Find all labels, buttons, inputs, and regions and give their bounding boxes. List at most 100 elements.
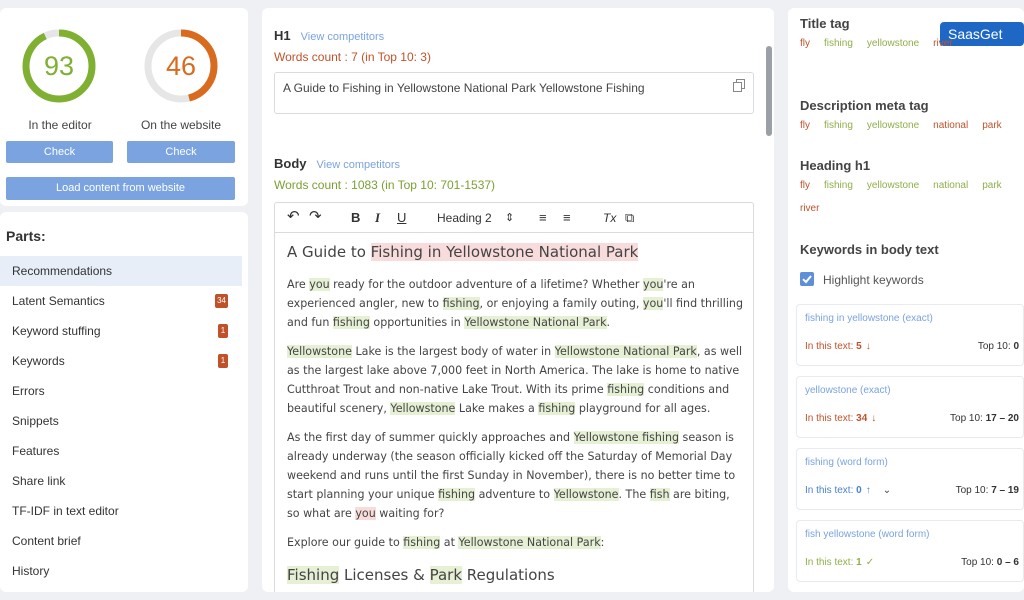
parts-item-label: Errors: [12, 384, 45, 398]
meta-tag-label: Description meta tag: [800, 98, 929, 113]
highlight-checkbox[interactable]: [800, 272, 814, 286]
parts-item[interactable]: Share link: [0, 466, 242, 496]
content-text: opportunities in: [369, 316, 465, 329]
parts-item-label: Content brief: [12, 534, 81, 548]
bullet-list-icon[interactable]: ≡: [563, 210, 571, 225]
keyword-chip: fly: [800, 38, 810, 49]
keyword-highlight: you: [355, 507, 376, 520]
count-badge: 1: [218, 354, 228, 368]
parts-item[interactable]: Keyword stuffing 1: [0, 316, 242, 346]
keyword-chip: national: [933, 120, 969, 131]
rich-text-editor[interactable]: ↶ ↷ B I U Heading 2 ⇕ ≡ ≡ Tx ⧉ A Guide t…: [274, 202, 754, 592]
top10-label: Top 10:: [977, 341, 1014, 352]
underline-button[interactable]: U: [397, 210, 406, 225]
trend-arrow-icon: ↑: [865, 485, 871, 496]
keyword-highlight: Yellowstone: [390, 402, 456, 415]
h1-field[interactable]: A Guide to Fishing in Yellowstone Nation…: [274, 72, 754, 114]
bold-button[interactable]: B: [351, 210, 360, 225]
parts-item-label: History: [12, 564, 50, 578]
undo-icon[interactable]: ↶: [287, 207, 300, 225]
parts-item[interactable]: Content brief: [0, 526, 242, 556]
copy-content-icon[interactable]: ⧉: [625, 210, 634, 226]
content-text: Regulations: [462, 566, 555, 584]
parts-item[interactable]: Keywords 1: [0, 346, 242, 376]
trend-arrow-icon: ✓: [865, 557, 875, 568]
load-content-button[interactable]: Load content from website: [6, 177, 235, 200]
copy-icon[interactable]: [733, 79, 745, 95]
keyword-highlight: fishing: [438, 488, 476, 501]
h1-section-title: H1 View competitors: [274, 28, 384, 43]
content-text: ready for the outdoor adventure of a lif…: [329, 278, 643, 291]
keyword-chip: fishing: [824, 120, 853, 131]
keyword-highlight: Yellowstone fishing: [573, 431, 680, 444]
h1-view-competitors-link[interactable]: View competitors: [301, 31, 385, 43]
keyword-count-value: 34: [856, 413, 868, 424]
parts-item[interactable]: Errors: [0, 376, 242, 406]
parts-item-label: Recommendations: [12, 264, 113, 278]
check-website-button[interactable]: Check: [127, 141, 235, 163]
keyword-card[interactable]: yellowstone (exact) In this text: 34 ↓ Top …: [796, 376, 1024, 438]
ordered-list-icon[interactable]: ≡: [539, 210, 547, 225]
parts-item[interactable]: Latent Semantics 34: [0, 286, 242, 316]
content-heading-highlight: Fishing in Yellowstone National Park: [370, 243, 639, 261]
keyword-count-label: In this text:: [805, 557, 857, 568]
content-text: Lake is the largest body of water in: [351, 345, 555, 358]
clear-format-icon[interactable]: Tx: [603, 211, 616, 225]
parts-item-label: Keyword stuffing: [12, 324, 101, 338]
italic-button[interactable]: I: [375, 210, 380, 226]
keyword-card[interactable]: fishing (word form) In this text: 0 ↑ ⌄ Top …: [796, 448, 1024, 510]
redo-icon[interactable]: ↷: [309, 207, 322, 225]
keyword-name: yellowstone (exact): [805, 385, 891, 396]
keyword-card[interactable]: fishing in yellowstone (exact) In this te…: [796, 304, 1024, 366]
content-heading-text: A Guide to: [287, 243, 371, 261]
content-text: Lake makes a: [455, 402, 539, 415]
keyword-top10: Top 10: 7 – 19: [956, 485, 1019, 496]
parts-item[interactable]: Features: [0, 436, 242, 466]
content-text: As the first day of summer quickly appro…: [287, 431, 574, 444]
keyword-count: In this text: 0 ↑ ⌄: [805, 485, 891, 496]
h1-word-count: Words count : 7 (in Top 10: 3): [274, 50, 431, 64]
parts-item-label: TF-IDF in text editor: [12, 504, 119, 518]
count-badge: 1: [218, 324, 228, 338]
keyword-count: In this text: 5 ↓: [805, 341, 871, 352]
keyword-highlight: fish: [649, 488, 670, 501]
heading-select-arrow-icon[interactable]: ⇕: [505, 211, 514, 224]
keyword-count: In this text: 34 ↓: [805, 413, 876, 424]
editor-content[interactable]: A Guide to Fishing in Yellowstone Nation…: [287, 241, 743, 584]
parts-item-label: Latent Semantics: [12, 294, 105, 308]
keyword-highlight: you: [309, 278, 330, 291]
parts-item[interactable]: Snippets: [0, 406, 242, 436]
editor-score-gauge: 93: [21, 28, 97, 104]
keyword-chip: park: [982, 120, 1002, 131]
editor-panel: H1 View competitors Words count : 7 (in T…: [262, 8, 774, 592]
editor-toolbar: ↶ ↷ B I U Heading 2 ⇕ ≡ ≡ Tx ⧉: [275, 203, 753, 233]
body-view-competitors-link[interactable]: View competitors: [317, 159, 401, 171]
chevron-down-icon[interactable]: ⌄: [883, 485, 891, 496]
keyword-name: fishing (word form): [805, 457, 888, 468]
content-paragraph: Explore our guide to fishing at Yellowst…: [287, 533, 743, 552]
keyword-chip: fishing: [824, 38, 853, 49]
keyword-card[interactable]: fish yellowstone (word form) In this text…: [796, 520, 1024, 582]
heading-select[interactable]: Heading 2: [437, 211, 492, 225]
keyword-chip: river: [800, 203, 820, 214]
website-score-value: 46: [165, 51, 197, 81]
keyword-highlight: fishing: [332, 316, 370, 329]
editor-score-value: 93: [43, 51, 75, 81]
content-text: , or enjoying a family outing,: [479, 297, 643, 310]
content-text: playground for all ages.: [575, 402, 711, 415]
keyword-top10: Top 10: 0: [978, 341, 1019, 352]
keywords-body-title: Keywords in body text: [800, 242, 939, 257]
content-text: :: [600, 536, 605, 549]
content-text: Explore our guide to: [287, 536, 404, 549]
keyword-count-label: In this text:: [805, 413, 857, 424]
parts-item[interactable]: Recommendations: [0, 256, 242, 286]
parts-item[interactable]: TF-IDF in text editor: [0, 496, 242, 526]
website-score-gauge: 46: [143, 28, 219, 104]
scrollbar[interactable]: [766, 46, 772, 136]
heading-h1-keywords: fly fishing yellowstone national park river: [800, 174, 1024, 220]
check-editor-button[interactable]: Check: [6, 141, 113, 163]
parts-item[interactable]: History: [0, 556, 242, 586]
top10-value: 7 – 19: [991, 485, 1019, 496]
keyword-name: fish yellowstone (word form): [805, 529, 930, 540]
top10-value: 0 – 6: [996, 557, 1019, 568]
